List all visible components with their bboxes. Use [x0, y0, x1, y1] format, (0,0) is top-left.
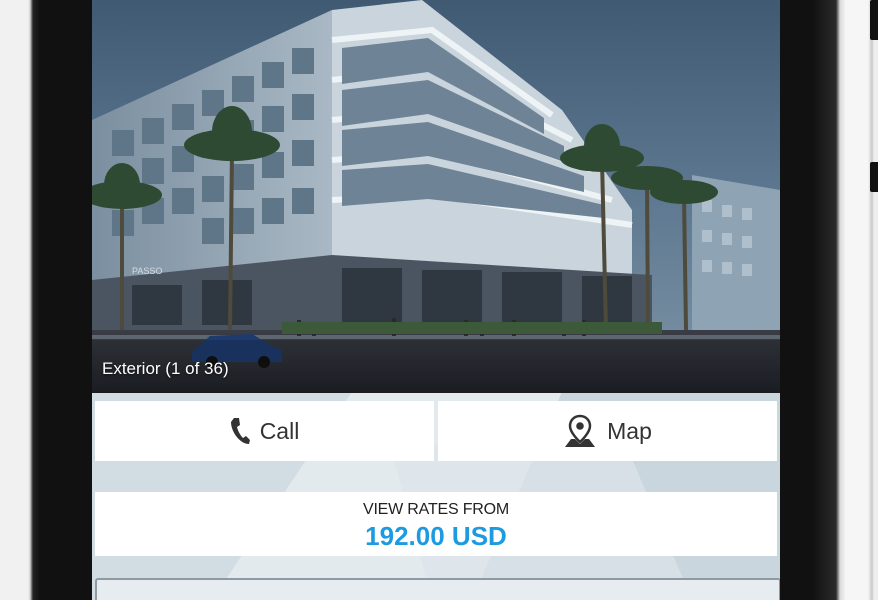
device-frame: PASSO Exterior (1 of 36) Call Map VIEW R… [0, 0, 878, 600]
phone-side-button [870, 162, 878, 192]
call-button[interactable]: Call [95, 401, 434, 461]
phone-bezel-left [0, 0, 40, 600]
hotel-photo[interactable]: PASSO Exterior (1 of 36) [92, 0, 780, 393]
rates-label: VIEW RATES FROM [362, 501, 510, 518]
phone-bezel-right [812, 0, 878, 600]
action-bar: Call Map [95, 401, 777, 461]
phone-bezel-inner-right [780, 0, 812, 600]
building-sign-text: PASSO [132, 266, 162, 276]
next-section-panel [95, 578, 780, 600]
map-button-label: Map [607, 417, 652, 444]
call-button-label: Call [259, 417, 300, 444]
rates-price: 192.00 USD [365, 521, 507, 551]
hotel-detail-screen: PASSO Exterior (1 of 36) Call Map VIEW R… [92, 0, 780, 600]
photo-caption: Exterior (1 of 36) [102, 359, 229, 378]
view-rates-button[interactable]: VIEW RATES FROM 192.00 USD [95, 492, 777, 556]
phone-icon [230, 417, 250, 445]
phone-side-button-top [870, 0, 878, 40]
hotel-exterior-image: PASSO [92, 0, 780, 393]
map-pin-icon [563, 414, 597, 448]
map-button[interactable]: Map [438, 401, 777, 461]
phone-bezel-inner-left [40, 0, 92, 600]
